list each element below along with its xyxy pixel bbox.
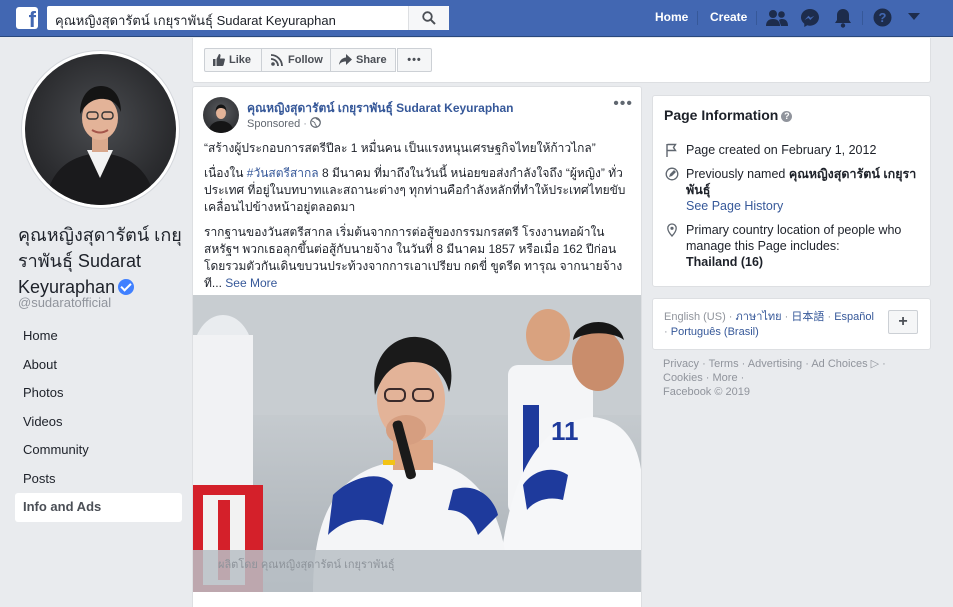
post-paragraph: เนื่องใน #วันสตรีสากล 8 มีนาคม ที่มาถึงใ… xyxy=(204,165,634,216)
current-language: English (US) xyxy=(664,311,726,323)
help-question-icon[interactable]: ? xyxy=(873,8,892,27)
shirt-number: 11 xyxy=(551,416,579,446)
post-headline: “สร้างผู้ประกอบการสตรีปีละ 1 หมื่นคน เป็… xyxy=(204,141,596,155)
like-label: Like xyxy=(229,54,252,66)
svg-text:?: ? xyxy=(879,10,887,25)
post-photo[interactable]: 11 ผลิตโดย คุณหญิงสุดารัตน์ เกยุราพันธุ์ xyxy=(193,295,641,592)
post-text-fragment: เนื่องใน xyxy=(204,166,247,180)
sidebar-item-home[interactable]: Home xyxy=(15,322,182,351)
author-portrait-image xyxy=(208,104,234,133)
page-information-card: Page Information? Page created on Februa… xyxy=(652,95,931,287)
language-option-spanish[interactable]: Español xyxy=(834,311,874,323)
post-ellipsis: ... xyxy=(211,276,226,290)
hashtag-link[interactable]: #วันสตรีสากล xyxy=(247,166,319,180)
search-button[interactable] xyxy=(408,6,449,30)
messenger-icon[interactable] xyxy=(800,8,820,28)
language-separator: · xyxy=(725,311,736,323)
footer-links-line[interactable]: Privacy · Terms · Advertising · Ad Choic… xyxy=(663,357,923,371)
rss-follow-icon xyxy=(271,54,283,66)
language-separator: · xyxy=(781,311,792,323)
profile-picture[interactable] xyxy=(22,51,179,208)
like-page-button[interactable]: Like xyxy=(204,48,262,72)
page-information-title: Page Information? xyxy=(664,107,793,123)
page-handle[interactable]: @sudaratofficial xyxy=(18,295,111,310)
notifications-bell-icon[interactable] xyxy=(834,8,852,28)
language-option-thai[interactable]: ภาษาไทย xyxy=(736,311,782,323)
post-author-name[interactable]: คุณหญิงสุดารัตน์ เกยุราพันธุ์ Sudarat Ke… xyxy=(247,99,514,118)
page-footer: Privacy · Terms · Advertising · Ad Choic… xyxy=(663,357,923,399)
profile-portrait-image xyxy=(45,86,156,205)
page-action-bar: Like Follow Share ••• xyxy=(192,38,931,83)
nav-create-link[interactable]: Create xyxy=(710,10,747,24)
sidebar-item-info-and-ads[interactable]: Info and Ads xyxy=(15,493,182,522)
logo-letter: f xyxy=(28,7,36,32)
sidebar-item-about[interactable]: About xyxy=(15,351,182,380)
sidebar-item-photos[interactable]: Photos xyxy=(15,379,182,408)
post-meta: Sponsored · xyxy=(247,117,321,130)
top-navigation-bar: f คุณหญิงสุดารัตน์ เกยุราพันธุ์ Sudarat … xyxy=(0,0,953,37)
share-label: Share xyxy=(356,54,387,66)
manager-country-row: Primary country location of people who m… xyxy=(686,222,922,270)
share-arrow-icon xyxy=(339,54,352,65)
search-input-value: คุณหญิงสุดารัตน์ เกยุราพันธุ์ Sudarat Ke… xyxy=(55,13,336,28)
more-languages-button[interactable]: + xyxy=(888,310,918,334)
nav-home-link[interactable]: Home xyxy=(655,10,688,24)
nav-divider xyxy=(862,11,863,25)
sponsored-post: คุณหญิงสุดารัตน์ เกยุราพันธุ์ Sudarat Ke… xyxy=(192,86,642,607)
search-icon xyxy=(422,11,436,25)
sidebar-item-posts[interactable]: Posts xyxy=(15,465,182,494)
nav-divider xyxy=(697,11,698,25)
sidebar-item-community[interactable]: Community xyxy=(15,436,182,465)
help-info-icon[interactable]: ? xyxy=(781,111,793,122)
language-selector-card: English (US) · ภาษาไทย · 日本語 · Español ·… xyxy=(652,298,931,350)
see-more-link[interactable]: See More xyxy=(225,276,277,290)
post-paragraph: รากฐานของวันสตรีสากล เริ่มต้นจากการต่อสู… xyxy=(204,224,634,292)
location-pin-icon xyxy=(667,223,677,237)
language-list: English (US) · ภาษาไทย · 日本語 · Español ·… xyxy=(664,310,879,340)
post-author-avatar[interactable] xyxy=(203,97,239,133)
page-title-text: คุณหญิงสุดารัตน์ เกยุราพันธุ์ Sudarat Ke… xyxy=(18,225,182,297)
meta-separator: · xyxy=(303,118,307,130)
flag-icon xyxy=(666,143,677,157)
page-created-date: Page created on February 1, 2012 xyxy=(686,143,877,157)
follow-label: Follow xyxy=(288,54,323,66)
globe-public-icon[interactable] xyxy=(310,117,321,128)
share-page-button[interactable]: Share xyxy=(330,48,396,72)
sidebar-navigation: Home About Photos Videos Community Posts… xyxy=(15,322,182,522)
post-text: “สร้างผู้ประกอบการสตรีปีละ 1 หมื่นคน เป็… xyxy=(204,140,634,300)
footer-links-line[interactable]: Cookies · More · xyxy=(663,371,923,385)
page-information-title-text: Page Information xyxy=(664,107,779,123)
sponsored-label[interactable]: Sponsored xyxy=(247,118,300,130)
post-options-button[interactable]: ••• xyxy=(613,95,633,113)
sidebar-item-videos[interactable]: Videos xyxy=(15,408,182,437)
facebook-logo-icon[interactable]: f xyxy=(16,7,38,32)
previous-name-label: Previously named xyxy=(686,167,789,181)
verified-badge-icon xyxy=(118,279,135,295)
friend-requests-icon[interactable] xyxy=(766,9,788,27)
search-input[interactable]: คุณหญิงสุดารัตน์ เกยุราพันธุ์ Sudarat Ke… xyxy=(47,6,449,30)
language-separator: · xyxy=(664,326,671,338)
copyright-text: Facebook © 2019 xyxy=(663,386,750,398)
photo-watermark-caption: ผลิตโดย คุณหญิงสุดารัตน์ เกยุราพันธุ์ xyxy=(218,557,395,571)
previous-name-row: Previously named คุณหญิงสุดารัตน์ เกยุรา… xyxy=(686,166,922,214)
language-option-portuguese[interactable]: Português (Brasil) xyxy=(671,326,759,338)
follow-page-button[interactable]: Follow xyxy=(261,48,331,72)
more-options-button[interactable]: ••• xyxy=(397,48,432,72)
nav-divider xyxy=(756,11,757,25)
page-title: คุณหญิงสุดารัตน์ เกยุราพันธุ์ Sudarat Ke… xyxy=(18,222,188,300)
language-separator: · xyxy=(824,311,835,323)
account-menu-chevron-down-icon[interactable] xyxy=(908,13,920,21)
language-option-japanese[interactable]: 日本語 xyxy=(791,311,824,323)
see-page-history-link[interactable]: See Page History xyxy=(686,198,922,214)
campaign-rally-photo: 11 ผลิตโดย คุณหญิงสุดารัตน์ เกยุราพันธุ์ xyxy=(193,295,641,592)
manager-country-value: Thailand (16) xyxy=(686,255,764,269)
manager-country-label: Primary country location of people who m… xyxy=(686,223,902,253)
thumbs-up-icon xyxy=(213,54,225,66)
edit-history-icon xyxy=(665,167,679,181)
